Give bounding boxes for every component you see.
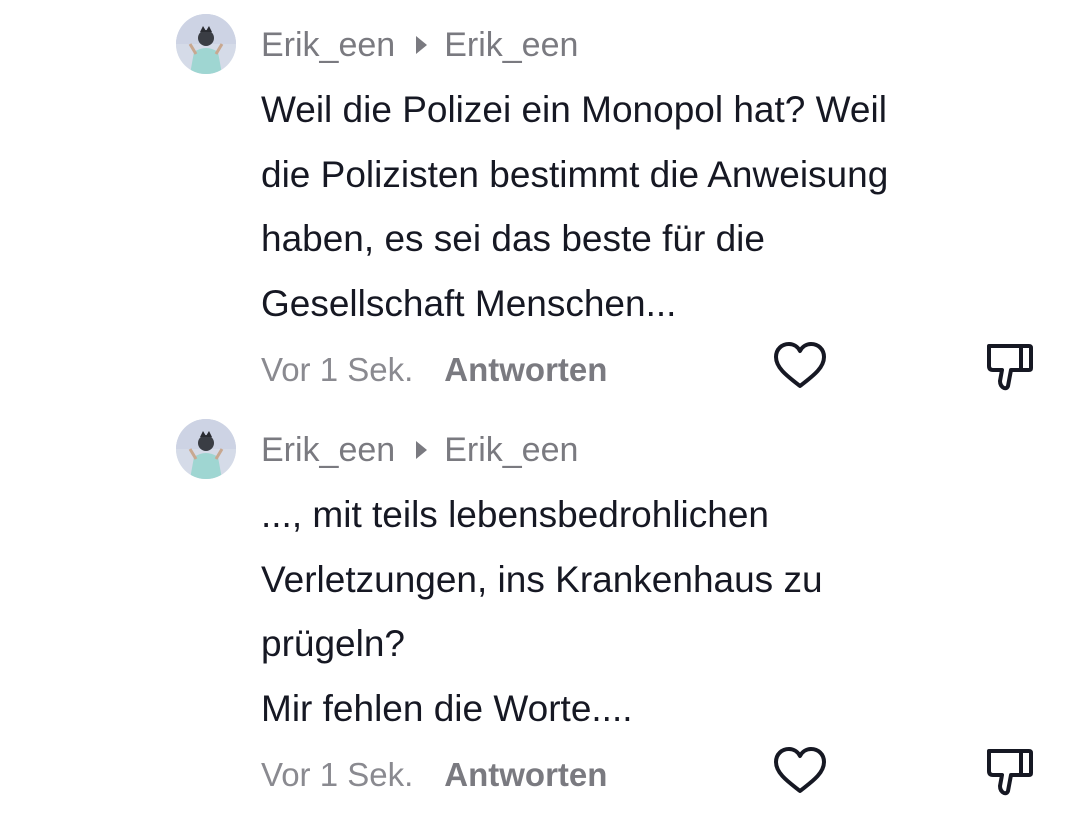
comment-header: Erik_een Erik_een [261,25,578,65]
timestamp: Vor 1 Sek. [261,351,414,388]
comment-text-line: haben, es sei das beste für die [261,218,765,259]
heart-icon [774,747,826,793]
like-button[interactable] [770,336,830,396]
reply-arrow-icon [416,441,428,459]
comment-text-line: Gesellschaft Menschen... [261,282,677,324]
thumbs-down-icon [987,344,1033,391]
comment-text-line: ..., mit teils lebensbedrohlichen [261,494,769,535]
comment-text-line: Weil die Polizei ein Monopol hat? Weil [261,89,887,130]
reply-to-name[interactable]: Erik_een [444,431,578,470]
author-name[interactable]: Erik_een [261,431,395,470]
avatar[interactable] [176,14,236,74]
reply-button[interactable]: Antworten [444,756,607,794]
comment-text: ..., mit teils lebensbedrohlichen Verlet… [261,483,1051,741]
comment-text: Weil die Polizei ein Monopol hat? Weil d… [261,78,1051,336]
comment-meta: Vor 1 Sek. Antworten [261,350,607,390]
comment-text-line: prügeln? [261,623,406,664]
thumbs-down-icon [987,749,1033,796]
reply-to-name[interactable]: Erik_een [444,26,578,65]
avatar[interactable] [176,419,236,479]
comment-meta: Vor 1 Sek. Antworten [261,755,607,795]
comment-text-line: die Polizisten bestimmt die Anweisung [261,153,889,195]
dislike-button[interactable] [980,741,1040,801]
dislike-button[interactable] [980,336,1040,396]
heart-icon [774,342,826,388]
timestamp: Vor 1 Sek. [261,756,414,793]
reply-arrow-icon [416,36,428,54]
comment-text-line: Verletzungen, ins Krankenhaus zu [261,558,823,600]
like-button[interactable] [770,741,830,801]
author-name[interactable]: Erik_een [261,26,395,65]
comment-header: Erik_een Erik_een [261,430,578,470]
comment-text-line: Mir fehlen die Worte.... [261,687,633,729]
reply-button[interactable]: Antworten [444,351,607,389]
